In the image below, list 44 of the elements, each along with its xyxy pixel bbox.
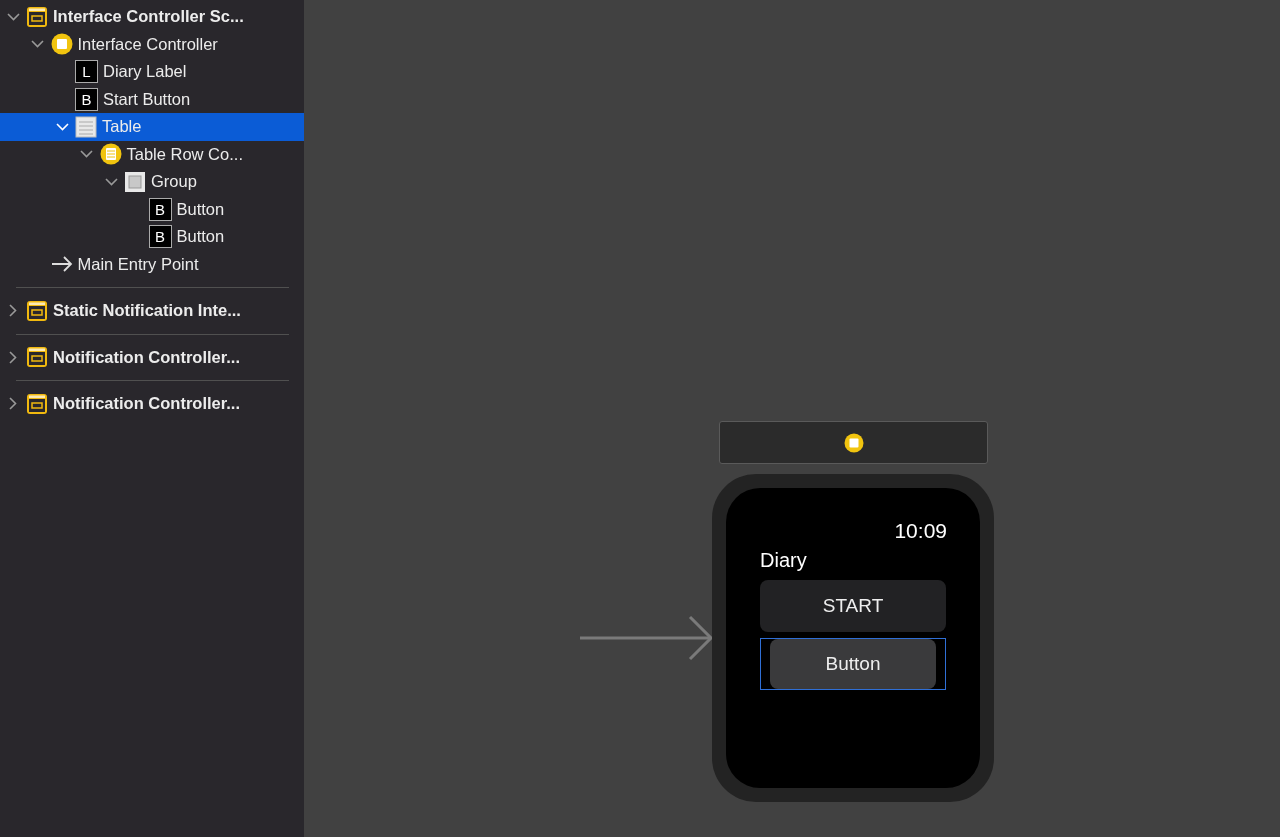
button-glyph-icon: B: [75, 87, 98, 111]
entry-arrow-icon: [580, 614, 714, 662]
outline-item[interactable]: L Diary Label: [0, 58, 304, 86]
item-label: Button: [176, 226, 225, 248]
item-label: Group: [151, 171, 197, 193]
button-glyph-icon: B: [148, 225, 172, 249]
controller-icon: [50, 33, 73, 56]
outline-item[interactable]: B Button: [0, 223, 304, 251]
outline-item[interactable]: Interface Controller: [0, 30, 304, 58]
item-label: Start Button: [103, 88, 191, 110]
outline-item[interactable]: Static Notification Inte...: [0, 297, 304, 325]
watch-button[interactable]: Button: [770, 639, 936, 689]
item-label: Table Row Co...: [126, 143, 243, 165]
button-glyph-icon: B: [148, 197, 172, 221]
watch-time: 10:09: [894, 518, 947, 544]
label-glyph-icon: L: [75, 60, 98, 84]
outline-item[interactable]: B Button: [0, 195, 304, 223]
item-label: Button: [176, 198, 225, 220]
outline-item[interactable]: Table: [0, 113, 304, 141]
group-icon: [124, 170, 146, 193]
diary-label: Diary: [760, 548, 808, 573]
scene-icon: [26, 5, 48, 28]
item-label: Diary Label: [103, 61, 187, 83]
outline-item[interactable]: Group: [0, 168, 304, 196]
outline-item[interactable]: B Start Button: [0, 85, 304, 113]
controller-icon[interactable]: [843, 432, 864, 453]
item-label: Table: [102, 116, 142, 138]
item-label: Static Notification Inte...: [53, 300, 241, 322]
scene-icon: [26, 299, 48, 322]
item-label: Main Entry Point: [77, 253, 199, 275]
item-label: Notification Controller...: [53, 346, 240, 368]
scene-icon: [26, 392, 48, 415]
outline-item[interactable]: Notification Controller...: [0, 343, 304, 371]
table-icon: [75, 115, 97, 138]
row-controller-icon: [99, 143, 122, 166]
item-label: Interface Controller Sc...: [53, 6, 244, 28]
outline-item[interactable]: Notification Controller...: [0, 390, 304, 418]
outline-item[interactable]: Table Row Co...: [0, 140, 304, 168]
outline-item[interactable]: Main Entry Point: [0, 250, 304, 278]
outline-item[interactable]: Interface Controller Sc...: [0, 3, 304, 31]
scene-icon: [26, 346, 48, 369]
item-label: Interface Controller: [77, 33, 218, 55]
watch-button[interactable]: START: [760, 580, 946, 632]
item-label: Notification Controller...: [53, 393, 240, 415]
